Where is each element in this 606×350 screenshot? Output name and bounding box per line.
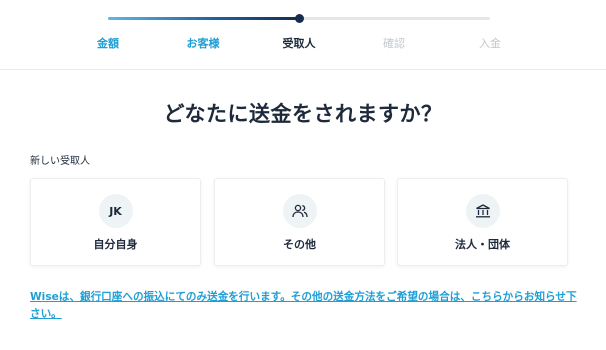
progress-track	[108, 14, 490, 23]
other-transfer-methods-link[interactable]: Wiseは、銀行口座への振込にてのみ送金を行います。その他の送金方法をご希望の場…	[30, 289, 578, 323]
page-title: どなたに送金をされますか？	[163, 102, 443, 126]
recipient-card-business[interactable]: 法人・団体	[397, 178, 568, 266]
step-recipient: 受取人	[282, 37, 316, 50]
avatar-initials: JK	[109, 204, 122, 218]
card-label-someone-else: その他	[283, 238, 316, 251]
step-review: 確認	[383, 37, 405, 50]
step-pay: 入金	[479, 37, 501, 50]
step-customer[interactable]: お客様	[187, 35, 220, 51]
bank-icon	[465, 194, 500, 228]
recipient-card-someone-else[interactable]: その他	[214, 178, 385, 266]
initials-avatar: JK	[98, 194, 133, 228]
progress-current-dot	[295, 14, 304, 23]
card-label-myself: 自分自身	[93, 238, 138, 251]
card-label-business: 法人・団体	[455, 238, 510, 251]
progress-header: 金額 お客様 受取人 確認 入金	[0, 0, 606, 70]
recipient-card-myself[interactable]: JK 自分自身	[30, 178, 201, 266]
progress-fill	[108, 17, 299, 20]
step-amount[interactable]: 金額	[97, 35, 119, 51]
new-recipient-heading: 新しい受取人	[30, 156, 90, 167]
people-icon	[282, 194, 317, 228]
